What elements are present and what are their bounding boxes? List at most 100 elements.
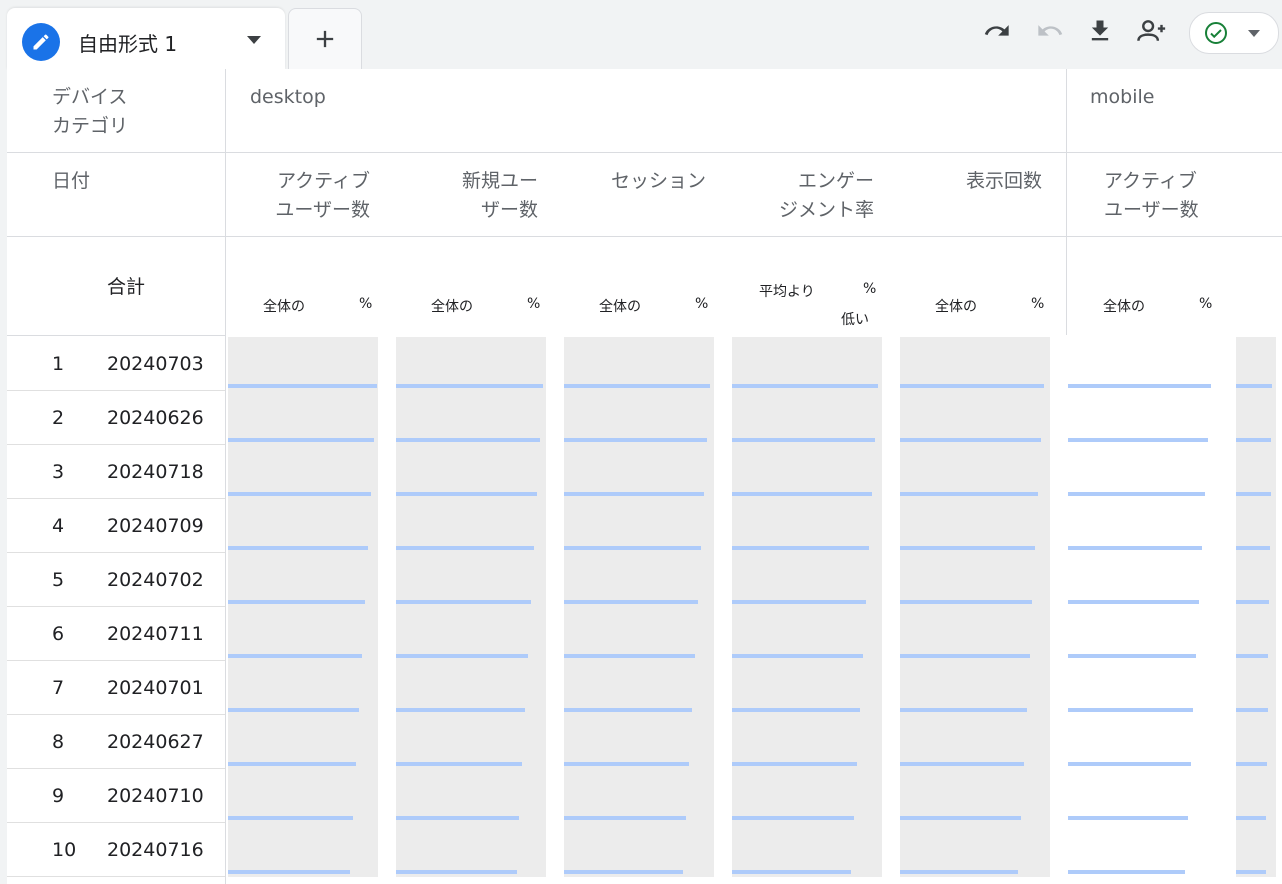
metric-header-active-users[interactable]: アクティブ ユーザー数 xyxy=(235,167,370,225)
row-date: 20240627 xyxy=(107,731,204,753)
data-cell xyxy=(732,391,882,445)
value-bar xyxy=(1068,816,1188,820)
value-bar xyxy=(228,438,374,442)
value-bar xyxy=(564,438,707,442)
group-header-mobile[interactable]: mobile xyxy=(1090,83,1154,112)
share-button[interactable] xyxy=(1136,14,1170,48)
data-cell xyxy=(1068,499,1218,553)
value-bar xyxy=(1068,492,1205,496)
value-bar xyxy=(228,600,365,604)
data-cell xyxy=(1236,661,1276,715)
value-bar xyxy=(900,870,1018,874)
row-header-date[interactable]: 日付 xyxy=(52,167,90,196)
row-date: 20240709 xyxy=(107,515,204,537)
data-cell xyxy=(564,715,714,769)
data-cell xyxy=(900,607,1050,661)
data-cell xyxy=(228,607,378,661)
total-share-label: 全体の xyxy=(263,299,305,315)
data-cell xyxy=(564,823,714,877)
data-cell xyxy=(564,661,714,715)
data-cell xyxy=(1236,823,1276,877)
data-cell xyxy=(396,769,546,823)
row-index: 1 xyxy=(52,353,65,375)
row-index: 9 xyxy=(52,785,65,807)
data-cell xyxy=(228,391,378,445)
data-cell xyxy=(732,337,882,391)
value-bar xyxy=(396,816,519,820)
data-cell xyxy=(228,715,378,769)
data-cell xyxy=(732,823,882,877)
value-bar xyxy=(396,384,543,388)
data-cell xyxy=(396,607,546,661)
data-cell xyxy=(1068,391,1218,445)
value-bar xyxy=(1068,654,1196,658)
metric-header-views[interactable]: 表示回数 xyxy=(907,167,1042,196)
table-row[interactable]: 9 20240710 xyxy=(7,769,1282,823)
value-bar xyxy=(1068,546,1202,550)
value-bar xyxy=(900,600,1032,604)
value-bar xyxy=(900,762,1024,766)
download-button[interactable] xyxy=(1083,14,1117,48)
group-header-desktop[interactable]: desktop xyxy=(250,83,326,112)
table-row[interactable]: 2 20240626 xyxy=(7,391,1282,445)
total-percent: % xyxy=(359,296,373,312)
data-cell xyxy=(1236,391,1276,445)
data-cell xyxy=(1068,661,1218,715)
metric-header-mobile-active-users[interactable]: アクティブ ユーザー数 xyxy=(1104,167,1239,225)
data-cell xyxy=(900,499,1050,553)
undo-button[interactable] xyxy=(980,14,1014,48)
total-share-label: 全体の xyxy=(1103,299,1145,315)
value-bar xyxy=(732,762,857,766)
metric-header-new-users[interactable]: 新規ユー ザー数 xyxy=(403,167,538,225)
table-row[interactable]: 5 20240702 xyxy=(7,553,1282,607)
data-cell xyxy=(564,553,714,607)
dimension-header[interactable]: デバイス カテゴリ xyxy=(52,83,222,141)
download-icon xyxy=(1091,20,1109,41)
value-bar xyxy=(900,546,1035,550)
value-bar xyxy=(1068,384,1211,388)
data-cell xyxy=(1236,553,1276,607)
data-cell xyxy=(732,715,882,769)
value-bar xyxy=(900,438,1041,442)
metric-header-engagement-rate[interactable]: エンゲー ジメント率 xyxy=(739,167,874,225)
table-row[interactable]: 6 20240711 xyxy=(7,607,1282,661)
row-index: 2 xyxy=(52,407,65,429)
value-bar xyxy=(1068,870,1185,874)
table-row[interactable]: 8 20240627 xyxy=(7,715,1282,769)
add-tab-button[interactable] xyxy=(288,8,362,69)
value-bar xyxy=(900,654,1030,658)
table-row[interactable]: 3 20240718 xyxy=(7,445,1282,499)
table-row[interactable]: 4 20240709 xyxy=(7,499,1282,553)
value-bar xyxy=(732,600,866,604)
value-bar xyxy=(732,546,869,550)
row-date: 20240703 xyxy=(107,353,204,375)
total-percent: % xyxy=(863,281,877,297)
exploration-tab[interactable]: 自由形式 1 xyxy=(7,8,285,70)
value-bar xyxy=(1236,600,1269,604)
row-date: 20240716 xyxy=(107,839,204,861)
data-cell xyxy=(1068,553,1218,607)
table-row[interactable]: 10 20240716 xyxy=(7,823,1282,877)
chevron-down-icon xyxy=(1248,30,1260,37)
pencil-icon[interactable] xyxy=(22,23,60,61)
data-cell xyxy=(732,553,882,607)
table-row[interactable]: 7 20240701 xyxy=(7,661,1282,715)
value-bar xyxy=(396,546,534,550)
value-bar xyxy=(900,492,1038,496)
data-cell xyxy=(732,445,882,499)
metric-header-sessions[interactable]: セッション xyxy=(571,167,706,196)
row-date: 20240710 xyxy=(107,785,204,807)
value-bar xyxy=(228,708,359,712)
value-bar xyxy=(564,384,710,388)
value-bar xyxy=(900,816,1021,820)
chevron-down-icon[interactable] xyxy=(247,36,261,44)
value-bar xyxy=(396,492,537,496)
data-cell xyxy=(228,499,378,553)
value-bar xyxy=(1236,438,1271,442)
column-divider xyxy=(1066,69,1067,335)
status-dropdown[interactable] xyxy=(1189,12,1279,54)
value-bar xyxy=(900,384,1044,388)
redo-button[interactable] xyxy=(1033,14,1067,48)
table-row[interactable]: 1 20240703 xyxy=(7,337,1282,391)
value-bar xyxy=(732,438,875,442)
